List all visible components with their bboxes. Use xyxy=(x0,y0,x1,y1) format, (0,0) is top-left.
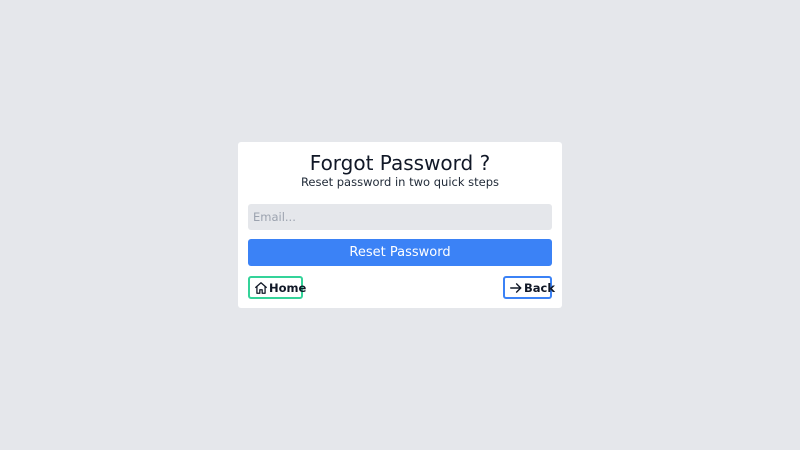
back-button[interactable]: Back xyxy=(503,276,555,299)
home-icon xyxy=(254,281,268,295)
home-button[interactable]: Home xyxy=(248,276,307,299)
arrow-right-icon xyxy=(509,281,523,295)
reset-password-button[interactable]: Reset Password xyxy=(248,239,552,266)
back-button-label: Back xyxy=(524,280,555,295)
forgot-password-card: Forgot Password ? Reset password in two … xyxy=(238,142,562,308)
page-title: Forgot Password ? xyxy=(309,151,491,175)
home-button-label: Home xyxy=(269,280,307,295)
email-input[interactable] xyxy=(248,204,552,230)
page-subtitle: Reset password in two quick steps xyxy=(300,175,500,189)
